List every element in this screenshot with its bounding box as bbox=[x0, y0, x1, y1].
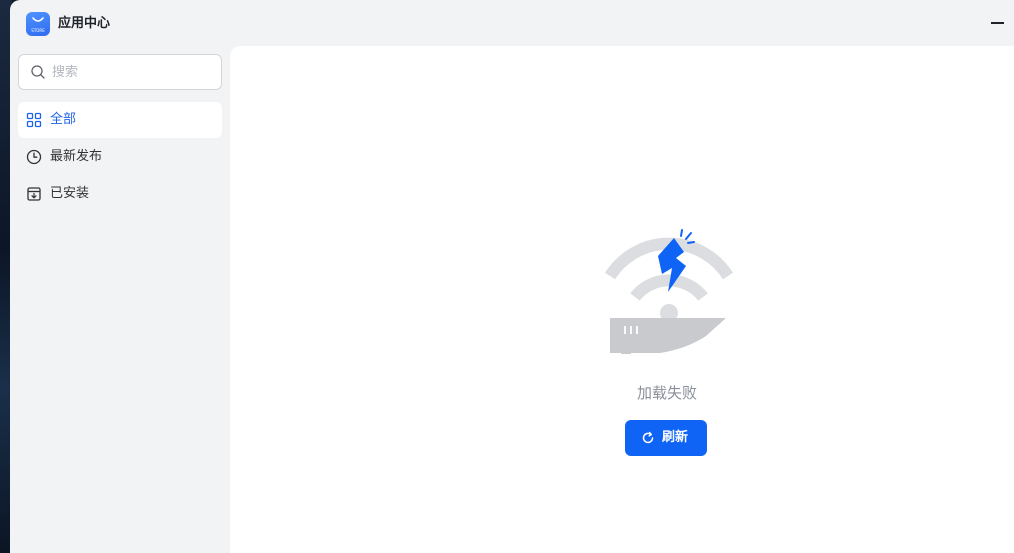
search-input[interactable] bbox=[52, 61, 212, 83]
search-box[interactable] bbox=[18, 54, 222, 90]
svg-text:STORE: STORE bbox=[31, 28, 45, 33]
refresh-button-label: 刷新 bbox=[662, 430, 689, 445]
grid-icon bbox=[26, 112, 42, 128]
sidebar-item-all[interactable]: 全部 bbox=[18, 102, 222, 138]
refresh-icon bbox=[642, 431, 654, 444]
error-message: 加载失败 bbox=[636, 384, 697, 402]
refresh-button[interactable]: 刷新 bbox=[625, 420, 707, 456]
search-icon bbox=[31, 65, 45, 79]
sidebar-item-installed[interactable]: 已安装 bbox=[18, 176, 222, 212]
app-title: 应用中心 bbox=[58, 16, 111, 31]
store-bag-icon: STORE bbox=[26, 12, 50, 36]
sidebar-item-label: 已安装 bbox=[50, 186, 90, 201]
wifi-disconnected-icon bbox=[604, 229, 734, 354]
sidebar-item-latest[interactable]: 最新发布 bbox=[18, 139, 222, 175]
minimize-button[interactable] bbox=[978, 10, 1014, 36]
clock-icon bbox=[26, 149, 42, 165]
sidebar-item-label: 全部 bbox=[50, 112, 77, 127]
app-window: STORE 应用中心 全部 bbox=[10, 0, 1014, 553]
installed-box-icon bbox=[27, 187, 41, 201]
title-bar: STORE 应用中心 bbox=[10, 0, 1014, 46]
sidebar-item-label: 最新发布 bbox=[50, 149, 103, 164]
minimize-icon bbox=[991, 22, 1004, 24]
sidebar: 全部 最新发布 已安装 bbox=[10, 46, 230, 553]
main-content: 加载失败 刷新 bbox=[230, 46, 1014, 553]
